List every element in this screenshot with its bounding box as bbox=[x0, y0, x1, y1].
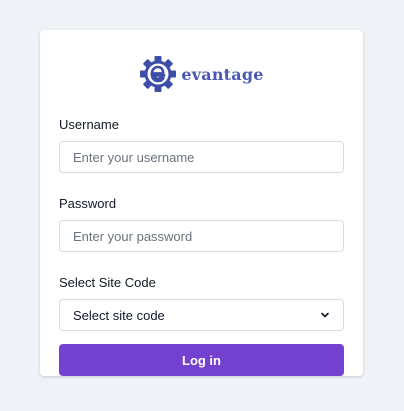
site-code-select[interactable]: Select site code bbox=[59, 299, 344, 331]
username-label: Username bbox=[59, 117, 119, 132]
password-label: Password bbox=[59, 196, 117, 211]
login-card: evantage Username Enter your username Pa… bbox=[40, 30, 363, 376]
logo-text: evantage bbox=[181, 64, 264, 84]
logo: evantage bbox=[59, 30, 344, 117]
password-placeholder: Enter your password bbox=[73, 228, 193, 244]
username-field[interactable]: Enter your username bbox=[59, 141, 344, 173]
username-placeholder: Enter your username bbox=[73, 149, 195, 165]
password-field[interactable]: Enter your password bbox=[59, 220, 344, 252]
gear-e-icon bbox=[140, 56, 177, 92]
chevron-down-icon bbox=[321, 312, 329, 318]
site-code-label: Select Site Code bbox=[59, 275, 156, 290]
login-button-label: Log in bbox=[182, 352, 221, 368]
login-button[interactable]: Log in bbox=[59, 344, 344, 376]
site-code-value: Select site code bbox=[73, 307, 165, 323]
